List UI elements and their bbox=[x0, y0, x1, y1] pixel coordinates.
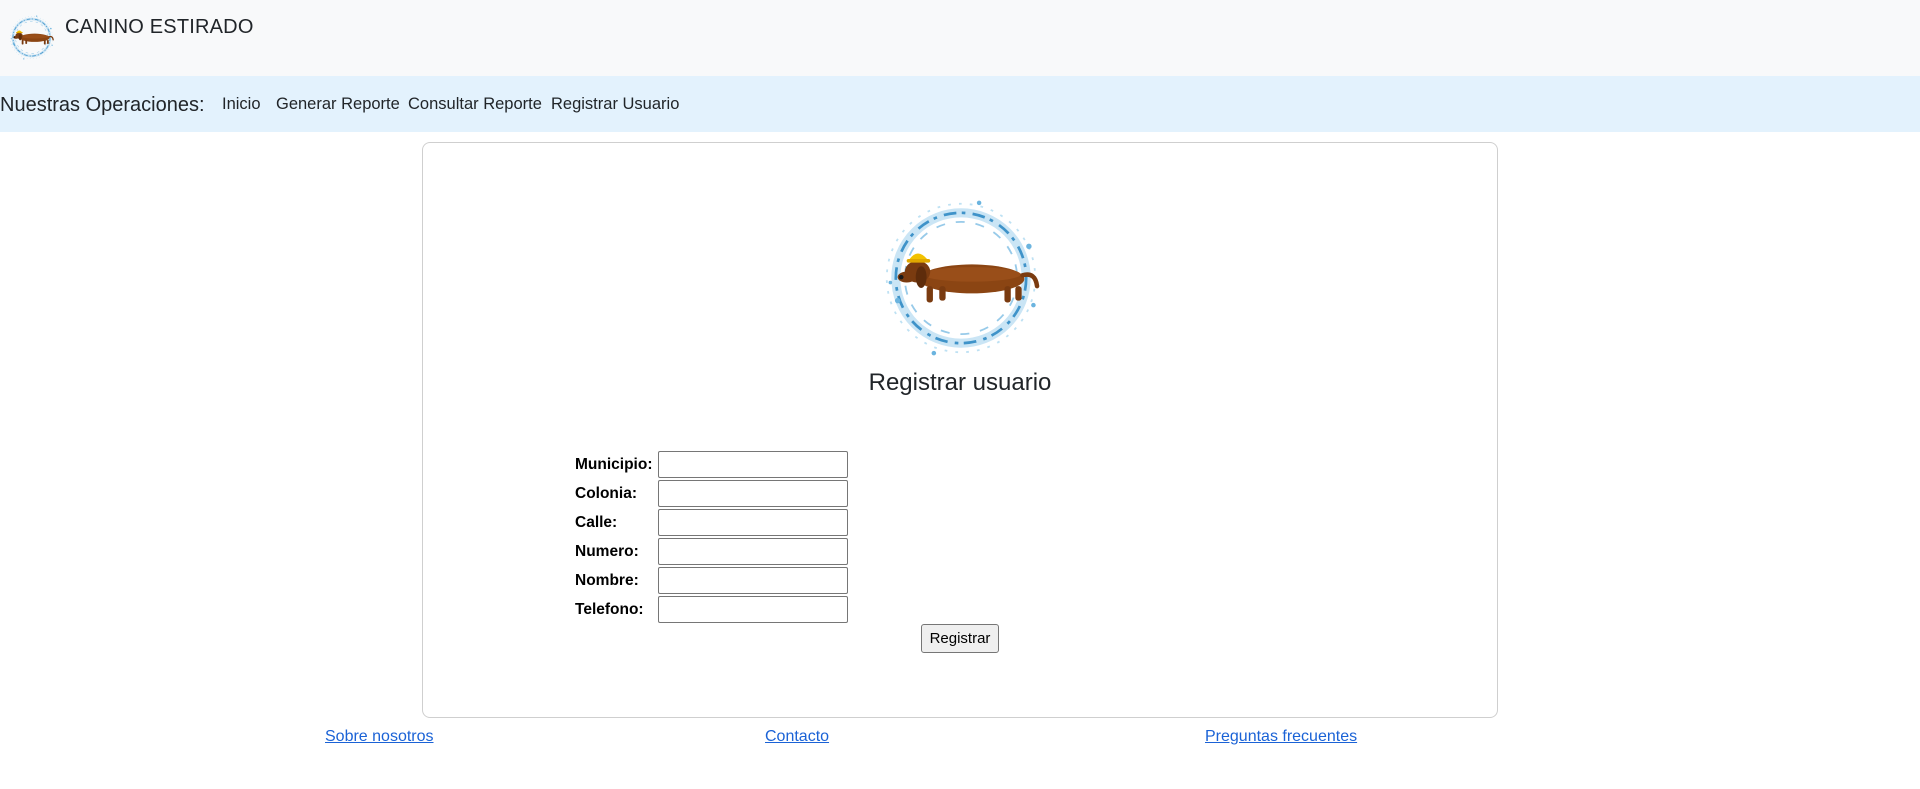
nav-link-consultar-reporte[interactable]: Consultar Reporte bbox=[408, 95, 542, 114]
colonia-input[interactable] bbox=[658, 480, 848, 507]
card-logo-icon bbox=[869, 192, 1053, 364]
brand-logo-icon[interactable] bbox=[3, 13, 60, 62]
nav-link-inicio[interactable]: Inicio bbox=[222, 95, 261, 114]
operations-nav: Nuestras Operaciones: Inicio Generar Rep… bbox=[0, 76, 1920, 132]
calle-input[interactable] bbox=[658, 509, 848, 536]
register-card: Registrar usuario Municipio: Colonia: Ca… bbox=[422, 142, 1498, 718]
colonia-label: Colonia: bbox=[575, 485, 637, 502]
nav-link-registrar-usuario[interactable]: Registrar Usuario bbox=[551, 95, 679, 114]
numero-label: Numero: bbox=[575, 543, 639, 560]
footer-link-contacto[interactable]: Contacto bbox=[765, 728, 829, 746]
calle-label: Calle: bbox=[575, 514, 618, 531]
top-header: CANINO ESTIRADO bbox=[0, 0, 1920, 76]
municipio-label: Municipio: bbox=[575, 456, 653, 473]
registrar-button[interactable]: Registrar bbox=[921, 624, 999, 653]
nombre-input[interactable] bbox=[658, 567, 848, 594]
nav-label: Nuestras Operaciones: bbox=[0, 94, 205, 116]
footer-link-sobre-nosotros[interactable]: Sobre nosotros bbox=[325, 728, 434, 746]
numero-input[interactable] bbox=[658, 538, 848, 565]
nav-link-generar-reporte[interactable]: Generar Reporte bbox=[276, 95, 400, 114]
footer-link-preguntas-frecuentes[interactable]: Preguntas frecuentes bbox=[1205, 728, 1357, 746]
municipio-input[interactable] bbox=[658, 451, 848, 478]
telefono-input[interactable] bbox=[658, 596, 848, 623]
page-title: Registrar usuario bbox=[868, 369, 1052, 396]
telefono-label: Telefono: bbox=[575, 601, 644, 618]
nombre-label: Nombre: bbox=[575, 572, 639, 589]
brand-title[interactable]: CANINO ESTIRADO bbox=[65, 16, 254, 39]
